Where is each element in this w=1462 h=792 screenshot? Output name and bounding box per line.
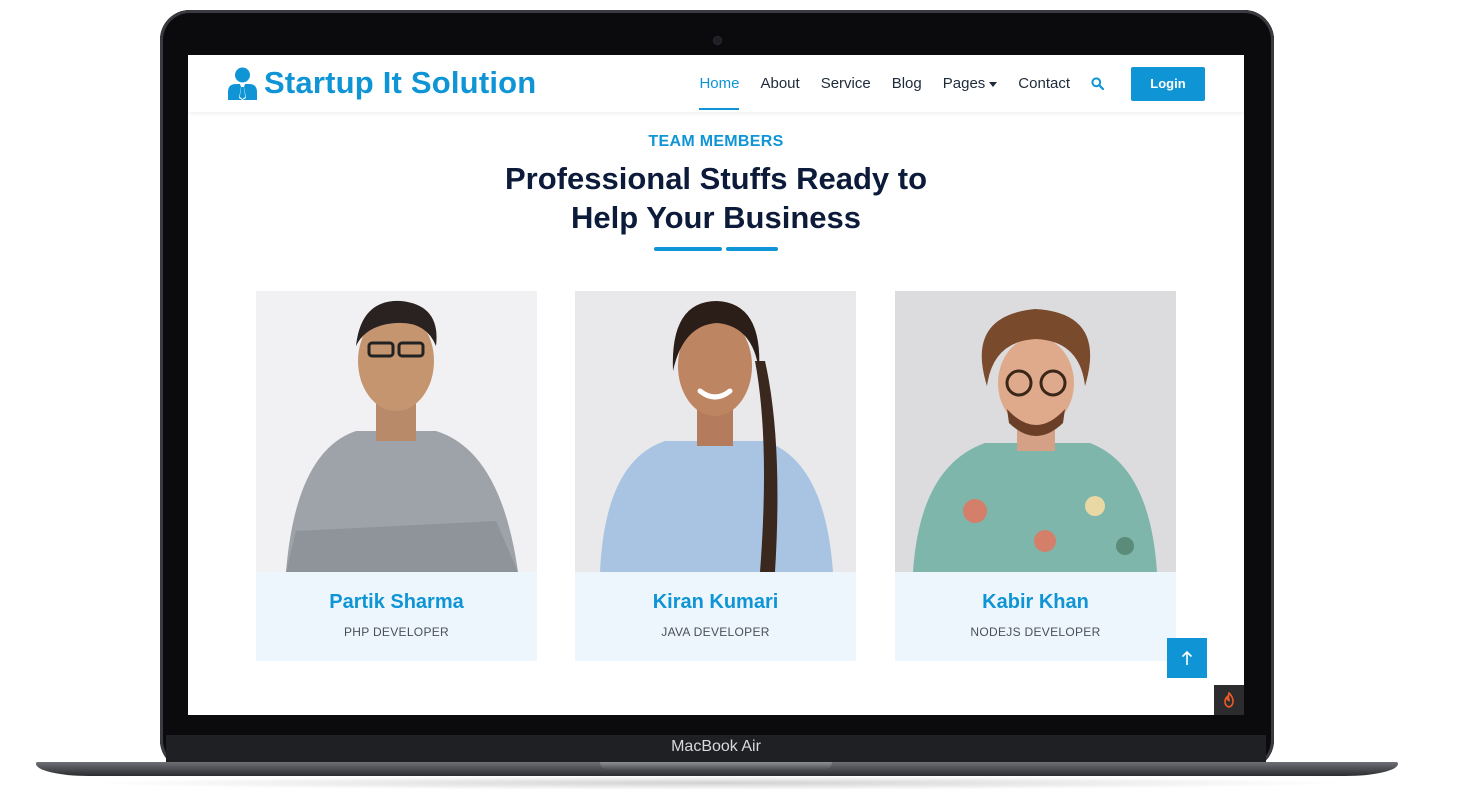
laptop-notch: [600, 762, 832, 770]
flame-icon: [1224, 692, 1234, 708]
person-photo-placeholder: [895, 291, 1176, 572]
section-title: Professional Stuffs Ready to Help Your B…: [466, 159, 966, 237]
flame-badge[interactable]: [1214, 685, 1244, 715]
title-underline-left: [654, 247, 722, 251]
team-member-name: Kabir Khan: [982, 591, 1089, 613]
device-label: MacBook Air: [671, 738, 761, 755]
team-member-name: Partik Sharma: [329, 591, 464, 613]
nav-item-pages[interactable]: Pages: [943, 55, 998, 112]
team-member-role: JAVA DEVELOPER: [661, 625, 770, 639]
laptop-shadow: [80, 776, 1354, 790]
nav-item-about[interactable]: About: [760, 55, 799, 112]
camera-dot: [713, 36, 722, 45]
nav-item-pages-label: Pages: [942, 75, 986, 92]
brand-name: Startup It Solution: [264, 65, 537, 100]
nav-item-contact[interactable]: Contact: [1018, 55, 1070, 112]
team-card[interactable]: Partik Sharma PHP DEVELOPER: [256, 291, 537, 661]
search-icon: [1091, 77, 1104, 90]
team-member-role: PHP DEVELOPER: [343, 625, 450, 639]
navbar: Startup It Solution Home About Service B…: [188, 55, 1244, 112]
person-photo-placeholder: [575, 291, 856, 572]
brand-logo[interactable]: Startup It Solution: [227, 65, 536, 101]
team-member-role: NODEJS DEVELOPER: [970, 625, 1101, 639]
back-to-top-button[interactable]: [1167, 638, 1207, 678]
browser-viewport: Startup It Solution Home About Service B…: [188, 55, 1244, 715]
team-photo: [256, 291, 537, 572]
team-card[interactable]: Kiran Kumari JAVA DEVELOPER: [575, 291, 856, 661]
arrow-up-icon: [1181, 650, 1193, 665]
title-underline-right: [726, 247, 778, 251]
nav-item-home[interactable]: Home: [699, 55, 740, 112]
section-title-line2: Help Your Business: [571, 200, 861, 235]
user-tie-icon: [228, 67, 257, 100]
section-title-line1: Professional Stuffs Ready to: [504, 161, 928, 196]
caret-down-icon: [989, 81, 998, 87]
nav-item-blog[interactable]: Blog: [892, 55, 922, 112]
search-button[interactable]: [1091, 75, 1109, 93]
person-photo-placeholder: [256, 291, 537, 572]
nav-menu: Home About Service Blog Pages Contact Lo…: [699, 55, 1244, 112]
team-member-name: Kiran Kumari: [652, 591, 779, 613]
login-button[interactable]: Login: [1131, 66, 1205, 101]
team-photo: [895, 291, 1176, 572]
section-tag: TEAM MEMBERS: [648, 133, 784, 150]
nav-item-service[interactable]: Service: [821, 55, 871, 112]
team-photo: [575, 291, 856, 572]
team-card[interactable]: Kabir Khan NODEJS DEVELOPER: [895, 291, 1176, 661]
